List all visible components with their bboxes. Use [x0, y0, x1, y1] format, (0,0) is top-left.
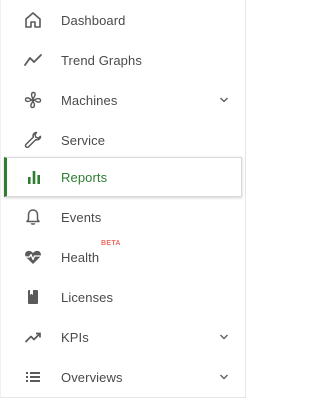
sidebar-item-label: Events — [61, 209, 102, 225]
sidebar-item-label: Reports — [61, 169, 108, 185]
trend-line-icon — [5, 40, 61, 80]
sidebar-item-overviews[interactable]: Overviews — [5, 357, 241, 397]
sidebar-item-label: Overviews — [61, 369, 123, 385]
sidebar-item-label: Licenses — [61, 289, 114, 305]
sidebar-item-label: Service — [61, 132, 106, 148]
heartbeat-icon — [5, 237, 61, 277]
sidebar-item-label: KPIs — [61, 329, 89, 345]
sidebar-item-machines[interactable]: Machines — [5, 80, 241, 120]
sidebar-item-kpis[interactable]: KPIs — [5, 317, 241, 357]
book-icon — [5, 277, 61, 317]
fan-icon — [5, 80, 61, 120]
sidebar-item-label: Trend Graphs — [61, 52, 142, 68]
bar-chart-icon — [7, 157, 61, 197]
home-icon — [5, 0, 61, 40]
trending-up-icon — [5, 317, 61, 357]
sidebar-item-label: Health BETA — [61, 239, 121, 265]
sidebar-item-dashboard[interactable]: Dashboard — [5, 0, 241, 40]
sidebar-nav: Dashboard Trend Graphs Machines Service — [0, 0, 246, 398]
sidebar-item-label: Dashboard — [61, 12, 126, 28]
sidebar-item-trend-graphs[interactable]: Trend Graphs — [5, 40, 241, 80]
bell-icon — [5, 197, 61, 237]
chevron-down-icon[interactable] — [219, 372, 229, 382]
list-icon — [5, 357, 61, 397]
sidebar-item-service[interactable]: Service — [5, 120, 241, 160]
sidebar-item-health[interactable]: Health BETA — [5, 237, 241, 277]
sidebar-item-label: Machines — [61, 92, 118, 108]
beta-badge: BETA — [101, 239, 121, 247]
sidebar-item-reports[interactable]: Reports — [4, 157, 242, 197]
chevron-down-icon[interactable] — [219, 95, 229, 105]
chevron-down-icon[interactable] — [219, 332, 229, 342]
wrench-icon — [5, 120, 61, 160]
sidebar-item-events[interactable]: Events — [5, 197, 241, 237]
sidebar-item-licenses[interactable]: Licenses — [5, 277, 241, 317]
